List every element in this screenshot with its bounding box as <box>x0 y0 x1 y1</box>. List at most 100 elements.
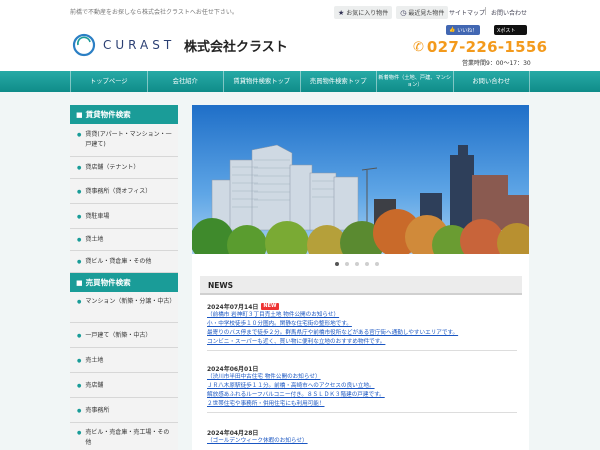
circle-arrow-icon: ● <box>77 383 82 389</box>
news-date: 2024年06月01日 <box>207 364 517 373</box>
star-icon: ★ <box>338 8 345 17</box>
news-link[interactable]: コンビニ・スーパーも近く、買い物に便利な立地のおすすめ物件です。 <box>207 338 517 347</box>
slide-dot[interactable] <box>355 262 359 266</box>
sidebar-item-sale-house[interactable]: ● 一戸建て（新築・中古） <box>70 323 178 348</box>
favorites-label: お気に入り物件 <box>346 10 389 17</box>
divider <box>207 412 517 413</box>
building-icon: ■ <box>76 110 83 119</box>
news-date: 2024年07月14日 NEW <box>207 302 517 311</box>
sale-title-text: 売買物件検索 <box>85 278 131 287</box>
sidebar-item-rental-office[interactable]: ● 貸事務所（貸オフィス） <box>70 179 178 204</box>
sidebar-item-label: 売店舗 <box>85 382 104 389</box>
slide-dot[interactable] <box>335 262 339 266</box>
clock-icon: ◷ <box>400 8 407 17</box>
sidebar-item-sale-store[interactable]: ● 売店舗 <box>70 373 178 398</box>
news-link[interactable]: （ゴールデンウィーク休暇のお知らせ） <box>207 437 517 446</box>
slide-dot[interactable] <box>365 262 369 266</box>
sidebar-item-rental-land[interactable]: ● 貸土地 <box>70 229 178 251</box>
top-buttons: ★ お気に入り物件 ◷ 最近見た物件 <box>334 6 449 19</box>
circle-arrow-icon: ● <box>77 165 82 171</box>
circle-arrow-icon: ● <box>77 259 82 265</box>
logo-text-en[interactable]: CURAST <box>103 38 175 52</box>
thumbs-up-icon: 👍 <box>449 27 456 33</box>
sidebar-item-label: 賃貸(アパート・マンション・一戸建て) <box>85 131 172 148</box>
sidebar-item-rental-store[interactable]: ● 貸店舗（テナント） <box>70 157 178 179</box>
sidebar-item-label: 貸事務所（貸オフィス） <box>85 188 152 195</box>
news-link[interactable]: ２世帯住宅や事務所・併用住宅にも利用可能！ <box>207 400 517 409</box>
circle-arrow-icon: ● <box>77 333 82 339</box>
hero-slideshow-image[interactable] <box>192 105 529 254</box>
nav-item-top[interactable]: トップページ <box>70 71 147 92</box>
sidebar-item-rental-housing[interactable]: ● 賃貸(アパート・マンション・一戸建て) <box>70 124 178 157</box>
nav-item-new-listings[interactable]: 新着物件（土地、戸建、マンション） <box>376 71 453 92</box>
sidebar-item-label: 一戸建て（新築・中古） <box>85 332 152 339</box>
divider <box>207 350 517 351</box>
sitemap-link[interactable]: サイトマップ <box>449 8 485 17</box>
circle-arrow-icon: ● <box>77 408 82 414</box>
site-tagline: 前橋で不動産をお探しなら株式会社クラストへお任せ下さい。 <box>70 9 238 16</box>
nav-item-contact[interactable]: お問い合わせ <box>452 71 530 92</box>
circle-arrow-icon: ● <box>77 132 82 138</box>
sidebar: ■ 賃貸物件検索 ● 賃貸(アパート・マンション・一戸建て) ● 貸店舗（テナン… <box>70 105 178 450</box>
circle-arrow-icon: ● <box>77 358 82 364</box>
phone-icon: ✆ <box>413 39 424 55</box>
x-label: Xポスト <box>497 27 516 34</box>
sidebar-item-sale-land[interactable]: ● 売土地 <box>70 348 178 373</box>
recent-label: 最近見た物件 <box>408 10 445 17</box>
nav-items: トップページ 会社紹介 賃貸物件検索トップ 売買物件検索トップ 新着物件（土地、… <box>70 71 530 92</box>
news-link[interactable]: 最寄りのバス停まで徒歩２分。群馬県庁や前橋市役所などがある官庁街へ通勤しやすいエ… <box>207 329 517 338</box>
sidebar-item-sale-other[interactable]: ● 売ビル・売倉庫・売工場・その他 <box>70 423 178 450</box>
news-link[interactable]: 小・中学校徒歩１０分圏内。閑静な住宅街の整形地です。 <box>207 320 517 329</box>
nav-item-rental-search[interactable]: 賃貸物件検索トップ <box>223 71 300 92</box>
slide-dot[interactable] <box>345 262 349 266</box>
circle-arrow-icon: ● <box>77 299 82 305</box>
rental-search-title: ■ 賃貸物件検索 <box>70 105 178 124</box>
divider <box>485 7 486 15</box>
news-item: 2024年06月01日 （渋川市半田中古住宅 物件公開のお知らせ） ＪＲ八木原駅… <box>207 364 517 413</box>
news-date-text: 2024年07月14日 <box>207 304 259 311</box>
site-header: CURAST 株式会社クラスト 👍 いいね！ Xポスト ✆ 027-226-15… <box>0 24 600 71</box>
phone-text: 027-226-1556 <box>426 38 548 56</box>
favorites-button[interactable]: ★ お気に入り物件 <box>334 6 393 19</box>
circle-arrow-icon: ● <box>77 214 82 220</box>
sidebar-item-label: 売ビル・売倉庫・売工場・その他 <box>85 429 170 446</box>
sale-search-title: ■ 売買物件検索 <box>70 273 178 292</box>
contact-link[interactable]: お問い合わせ <box>491 8 527 17</box>
sidebar-item-label: 貸ビル・貸倉庫・その他 <box>85 258 152 265</box>
news-item: 2024年04月28日 （ゴールデンウィーク休暇のお知らせ） <box>207 428 517 446</box>
news-header: NEWS <box>200 276 522 295</box>
facebook-like-button[interactable]: 👍 いいね！ <box>446 25 481 35</box>
circle-arrow-icon: ● <box>77 430 82 436</box>
news-link[interactable]: （前橋市 岩神町３丁目売土地 物件公開のお知らせ） <box>207 311 517 320</box>
news-link[interactable]: 解放感あふれるルーフバルコニー付き。８ＳＬＤＫ３階建の戸建です。 <box>207 391 517 400</box>
nav-item-sale-search[interactable]: 売買物件検索トップ <box>299 71 377 92</box>
news-date-text: 2024年06月01日 <box>207 366 259 373</box>
sidebar-item-label: マンション（新築・分譲・中古） <box>85 298 176 305</box>
nav-item-company[interactable]: 会社紹介 <box>146 71 224 92</box>
sidebar-item-rental-other[interactable]: ● 貸ビル・貸倉庫・その他 <box>70 251 178 273</box>
sidebar-item-label: 貸土地 <box>85 236 104 243</box>
building-icon: ■ <box>76 278 83 287</box>
circle-arrow-icon: ● <box>77 189 82 195</box>
sidebar-item-sale-mansion[interactable]: ● マンション（新築・分譲・中古） <box>70 292 178 323</box>
top-bar: 前橋で不動産をお探しなら株式会社クラストへお任せ下さい。 ★ お気に入り物件 ◷… <box>0 0 600 24</box>
rental-title-text: 賃貸物件検索 <box>85 110 131 119</box>
recent-button[interactable]: ◷ 最近見た物件 <box>396 6 449 19</box>
sidebar-item-label: 貸駐車場 <box>85 213 110 220</box>
slide-dot[interactable] <box>375 262 379 266</box>
main-content: NEWS 2024年07月14日 NEW （前橋市 岩神町３丁目売土地 物件公開… <box>192 105 529 450</box>
x-post-button[interactable]: Xポスト <box>494 25 527 35</box>
news-link[interactable]: （渋川市半田中古住宅 物件公開のお知らせ） <box>207 373 517 382</box>
news-date-text: 2024年04月28日 <box>207 430 259 437</box>
news-link[interactable]: ＪＲ八木原駅徒歩１１分。前橋・高崎市へのアクセスの良い立地。 <box>207 382 517 391</box>
sidebar-item-sale-office[interactable]: ● 売事務所 <box>70 398 178 423</box>
logo-text-jp[interactable]: 株式会社クラスト <box>184 36 288 55</box>
sidebar-item-rental-parking[interactable]: ● 貸駐車場 <box>70 204 178 229</box>
facebook-label: いいね！ <box>457 27 478 34</box>
business-hours: 営業時間9：00～17：30 <box>462 60 531 67</box>
phone-number[interactable]: ✆ 027-226-1556 <box>413 38 547 56</box>
news-item: 2024年07月14日 NEW （前橋市 岩神町３丁目売土地 物件公開のお知らせ… <box>207 302 517 351</box>
circle-arrow-icon: ● <box>77 237 82 243</box>
curast-logo-icon[interactable] <box>72 33 96 57</box>
slideshow-pager <box>335 262 379 266</box>
